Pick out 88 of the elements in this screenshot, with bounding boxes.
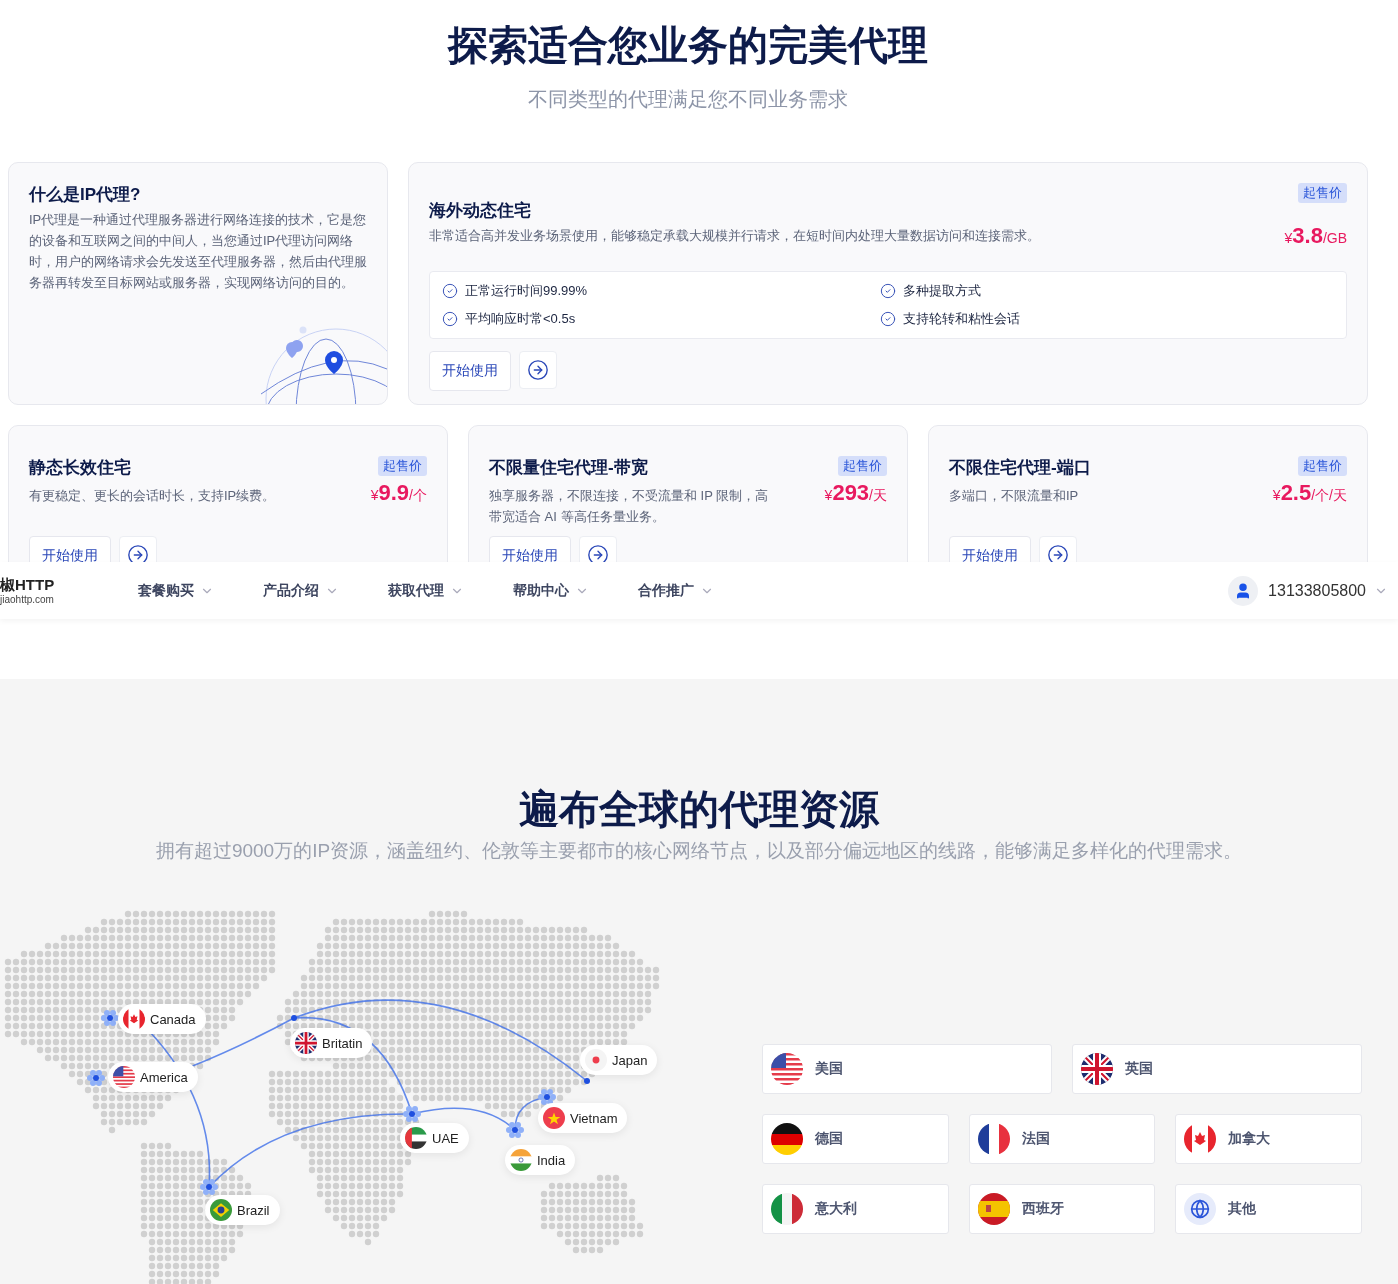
nav-menu-item[interactable]: 合作推广 xyxy=(638,581,763,600)
start-button[interactable]: 开始使用 xyxy=(949,536,1031,562)
arrow-right-icon xyxy=(1047,544,1069,562)
nav-menu-item[interactable]: 帮助中心 xyxy=(513,581,638,600)
country-button[interactable]: 西班牙 xyxy=(968,1184,1156,1234)
node-icon xyxy=(200,1179,218,1195)
card-title: 不限住宅代理-端口 xyxy=(949,457,1091,479)
price: ¥293/天 xyxy=(824,480,887,506)
location-label: Brazil xyxy=(205,1195,280,1225)
flag-icon xyxy=(510,1149,532,1171)
card-text: IP代理是一种通过代理服务器进行网络连接的技术，它是您的设备和互联网之间的中间人，当您通过IP代理访问网络时，用户的网络请求会先发送至代理服务器，然后由代理服务器再转发至目标网站或服务器，实现网络访问的目的。 xyxy=(29,211,368,292)
location-label: Vietnam xyxy=(538,1103,628,1133)
feature-item: 平均响应时常<0.5s xyxy=(442,309,880,329)
node-icon xyxy=(403,1106,421,1122)
node-icon xyxy=(291,1015,297,1021)
price: ¥2.5/个/天 xyxy=(1272,480,1347,506)
start-button[interactable]: 开始使用 xyxy=(429,351,511,391)
flag-icon xyxy=(295,1032,317,1054)
price-badge: 起售价 xyxy=(378,456,427,476)
country-button[interactable]: 法国 xyxy=(968,1114,1156,1164)
node-icon xyxy=(506,1122,524,1138)
location-label: Britatin xyxy=(290,1028,373,1058)
nav-menu-item[interactable]: 获取代理 xyxy=(388,581,513,600)
flag-icon xyxy=(405,1127,427,1149)
card-text: 多端口，不限流量和IP xyxy=(949,487,1080,505)
country-button[interactable]: 加拿大 xyxy=(1175,1114,1362,1164)
price-badge: 起售价 xyxy=(1298,183,1347,203)
price: ¥3.8/GB xyxy=(1284,223,1347,249)
section-subtitle: 拥有超过9000万的IP资源，涵盖纽约、伦敦等主要都市的核心网络节点，以及部分偏远地区的线路，能够满足多样化的代理需求。 xyxy=(154,839,1244,863)
location-label: America xyxy=(108,1062,198,1092)
arrow-right-icon xyxy=(527,359,549,381)
section-title: 探索适合您业务的完美代理 xyxy=(446,22,929,69)
card-text: 非常适合高并发业务场景使用，能够稳定承载大规模并行请求，在短时间内处理大量数据访问和连接需求。 xyxy=(429,227,1041,245)
user-avatar-icon[interactable] xyxy=(1228,575,1259,606)
card-title: 海外动态住宅 xyxy=(429,200,531,222)
check-icon xyxy=(442,283,458,299)
nav-menu-item[interactable]: 产品介绍 xyxy=(263,581,388,600)
start-button[interactable]: 开始使用 xyxy=(29,536,111,562)
flag-icon xyxy=(1184,1123,1217,1155)
arrow-right-icon xyxy=(587,544,609,562)
card-text: 有更稳定、更长的会话时长，支持IP续费。 xyxy=(29,487,277,505)
flag-icon xyxy=(543,1107,565,1129)
location-label: UAE xyxy=(400,1123,469,1153)
country-button[interactable]: 英国 xyxy=(1072,1044,1362,1094)
location-label: Canada xyxy=(118,1004,206,1034)
feature-item: 多种提取方式 xyxy=(880,281,1334,301)
section-subtitle: 不同类型的代理满足您不同业务需求 xyxy=(527,87,849,112)
flag-icon xyxy=(977,1193,1010,1225)
flag-icon xyxy=(123,1008,145,1030)
flag-icon xyxy=(771,1053,803,1085)
arrow-right-icon xyxy=(127,544,149,562)
node-icon xyxy=(101,1010,119,1026)
country-button[interactable]: 意大利 xyxy=(762,1184,949,1234)
flag-icon xyxy=(771,1193,803,1225)
flag-icon xyxy=(210,1199,232,1221)
price-badge: 起售价 xyxy=(838,456,887,476)
feature-item: 支持轮转和粘性会话 xyxy=(880,309,1334,329)
node-icon xyxy=(538,1089,556,1105)
start-button[interactable]: 开始使用 xyxy=(489,536,571,562)
price-badge: 起售价 xyxy=(1298,456,1347,476)
node-icon xyxy=(87,1070,105,1086)
card-text: 独享服务器，不限连接，不受流量和 IP 限制，高带宽适合 AI 等高任务量业务。 xyxy=(489,487,770,526)
logo[interactable]: 椒HTTP xyxy=(0,576,138,594)
domain-text: jiaohttp.com xyxy=(0,594,55,605)
country-button[interactable]: 其他 xyxy=(1175,1184,1362,1234)
price: ¥9.9/个 xyxy=(370,480,427,506)
card-title: 什么是IP代理? xyxy=(29,184,142,206)
card-title: 不限量住宅代理-带宽 xyxy=(489,457,648,479)
globe-icon xyxy=(1190,1199,1211,1219)
location-label: Japan xyxy=(580,1045,658,1075)
card-title: 静态长效住宅 xyxy=(29,457,131,479)
location-label: India xyxy=(505,1145,576,1175)
nav-menu-item[interactable]: 套餐购买 xyxy=(138,581,263,600)
flag-icon xyxy=(585,1049,607,1071)
check-icon xyxy=(880,283,896,299)
feature-item: 正常运行时间99.99% xyxy=(442,281,880,301)
user-menu[interactable]: 13133805800 xyxy=(1268,581,1388,600)
flag-icon xyxy=(1081,1053,1113,1085)
section-title: 遍布全球的代理资源 xyxy=(518,786,881,833)
country-button[interactable]: 美国 xyxy=(762,1044,1052,1094)
node-icon xyxy=(584,1078,590,1084)
country-button[interactable]: 德国 xyxy=(762,1114,949,1164)
arrow-button[interactable] xyxy=(519,351,557,389)
flag-icon xyxy=(977,1123,1010,1155)
flag-icon xyxy=(113,1066,135,1088)
check-icon xyxy=(442,311,458,327)
flag-icon xyxy=(771,1123,803,1155)
check-icon xyxy=(880,311,896,327)
